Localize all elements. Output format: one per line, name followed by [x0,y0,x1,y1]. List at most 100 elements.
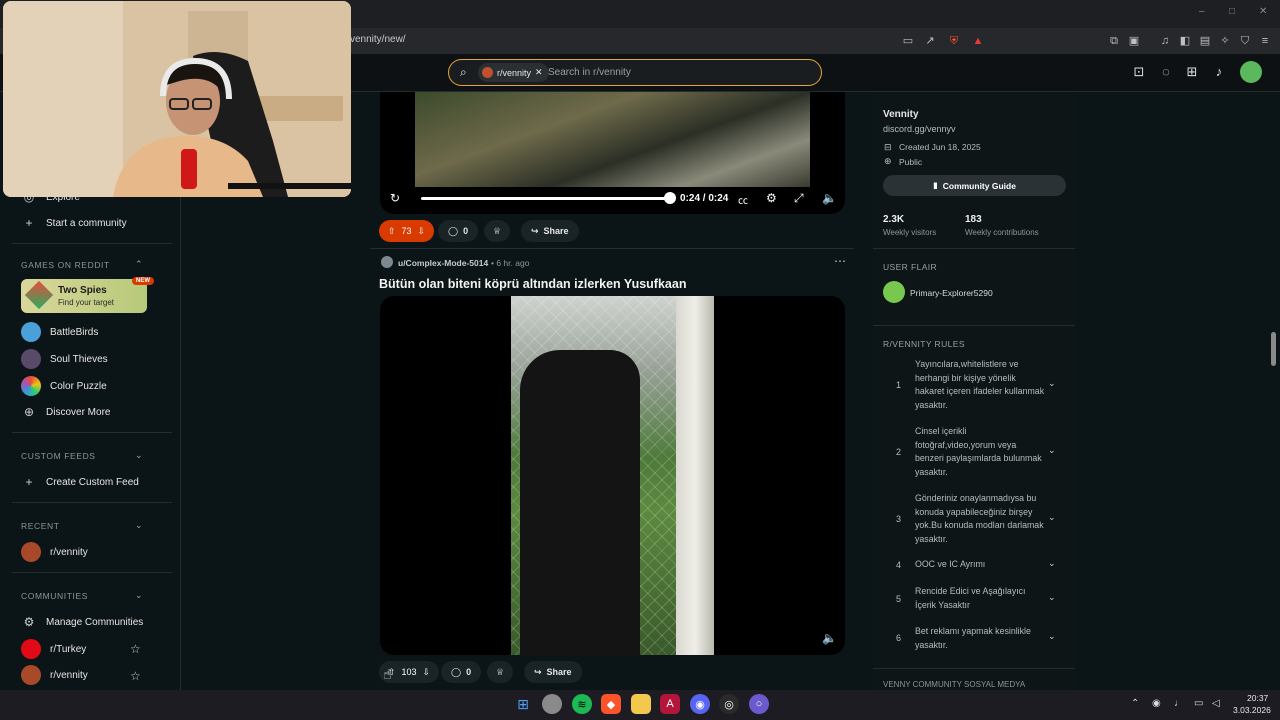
tray-discord-icon[interactable]: ◉ [1152,698,1161,709]
notifications-icon[interactable]: ♪ [1211,64,1227,79]
divider [12,572,172,573]
chevron-down-icon[interactable]: ⌄ [1048,445,1056,456]
sidebar-item-create-custom-feed[interactable]: + Create Custom Feed [21,475,138,489]
brave-rewards-icon[interactable]: ▲ [970,33,986,49]
user-avatar[interactable] [1240,61,1262,83]
sidebar-item-start-community[interactable]: + Start a community [21,216,126,230]
close-window-button[interactable]: ✕ [1259,6,1267,17]
video-progress-bar[interactable] [421,197,671,200]
search-placeholder[interactable]: Search in r/vennity [548,67,631,78]
captions-icon[interactable]: ㏄ [738,192,748,207]
chevron-up-icon[interactable]: ⌃ [135,259,143,270]
file-explorer-icon[interactable] [631,694,651,714]
rule-text[interactable]: Cinsel içerikli fotoğraf,video,yorum vey… [915,425,1045,479]
chevron-down-icon[interactable]: ⌄ [135,590,143,601]
share-icon: ↪ [531,225,539,236]
settings-gear-icon[interactable]: ⚙ [766,191,777,205]
share-page-icon[interactable]: ↗ [922,33,938,49]
post1-share-button[interactable]: ↪ Share [521,220,579,242]
extensions-icon[interactable]: ⧉ [1106,33,1122,49]
adobe-icon[interactable]: A [660,694,680,714]
search-community-chip[interactable]: r/vennity ✕ [478,63,549,82]
vpn-icon[interactable]: ⛉ [1237,33,1253,49]
community-discord[interactable]: discord.gg/vennyv [883,124,956,134]
rule-text[interactable]: OOC ve IC Ayrımı [915,558,1045,572]
rule-text[interactable]: Bet reklamı yapmak kesinlikle yasaktır. [915,625,1045,652]
replay-icon[interactable]: ↻ [390,191,400,205]
rule-text[interactable]: Gönderiniz onaylanmadıysa bu konuda yapa… [915,492,1045,546]
chevron-down-icon[interactable]: ⌄ [1048,631,1056,642]
chevron-down-icon[interactable]: ⌄ [1048,592,1056,603]
clock-date[interactable]: 3.03.2026 [1233,705,1271,715]
favorite-star-icon[interactable]: ☆ [130,642,141,656]
post2-share-button[interactable]: ↪ Share [524,661,582,683]
vennity-avatar [21,665,41,685]
brave-shield-icon[interactable]: ⛨ [946,33,962,49]
flair-name[interactable]: Primary-Explorer5290 [910,288,993,298]
comment-count: 0 [463,226,469,236]
discord-icon[interactable]: ◉ [690,694,710,714]
app-icon[interactable]: ○ [749,694,769,714]
sidebar-item-discover-more[interactable]: ⊕ Discover More [21,405,111,419]
chip-close-icon[interactable]: ✕ [535,67,543,78]
chevron-down-icon[interactable]: ⌄ [1048,558,1056,569]
sidebar-toggle-icon[interactable]: ◧ [1177,33,1193,49]
tray-mic-icon[interactable]: ♩ [1174,698,1184,709]
sidebar-item-community[interactable]: r/Turkey [21,639,86,659]
menu-icon[interactable]: ≡ [1257,33,1273,49]
favorite-star-icon[interactable]: ☆ [130,669,141,683]
downvote-icon[interactable]: ⇩ [418,226,426,237]
sidebar-item-game[interactable]: Soul Thieves [21,349,108,369]
volume-icon[interactable]: 🔈 [822,191,837,205]
tray-display-icon[interactable]: ▭ [1194,698,1203,709]
chevron-down-icon[interactable]: ⌄ [1048,378,1056,389]
create-post-icon[interactable]: ⊞ [1184,64,1200,80]
sidebar-item-game[interactable]: Color Puzzle [21,376,107,396]
sidebar-item-manage-communities[interactable]: ⚙ Manage Communities [21,615,144,629]
flair-avatar[interactable] [883,281,905,303]
sidebar-item-community[interactable]: r/vennity [21,665,88,685]
post-title[interactable]: Bütün olan biteni köprü altından izlerke… [379,277,686,291]
chevron-down-icon[interactable]: ⌄ [135,520,143,531]
sidebar-item-recent[interactable]: r/vennity [21,542,88,562]
chevron-down-icon[interactable]: ⌄ [1048,512,1056,523]
tray-chevron-icon[interactable]: ⌃ [1131,698,1139,709]
downvote-icon[interactable]: ⇩ [423,667,431,678]
post2-award-button[interactable]: ♕ [487,661,514,683]
windows-start-icon[interactable]: ⊞ [513,694,533,714]
minimize-button[interactable]: – [1199,6,1205,17]
volume-icon[interactable]: 🔈 [822,631,837,645]
video-scrubber-handle[interactable] [664,192,676,204]
brave-browser-icon[interactable]: ◆ [601,694,621,714]
leo-ai-icon[interactable]: ✧ [1217,33,1233,49]
spotify-icon[interactable]: ≋ [572,694,592,714]
fullscreen-icon[interactable]: ⤢ [794,191,804,206]
app-icon[interactable] [542,694,562,714]
post-author[interactable]: u/Complex-Mode-5014 [398,258,488,268]
obs-icon[interactable]: ◎ [719,694,739,714]
community-guide-button[interactable]: ▮ Community Guide [883,175,1066,196]
tab-search-icon[interactable]: ▣ [1126,33,1142,49]
rule-text[interactable]: Yayıncılara,whitelistlere ve herhangi bi… [915,358,1045,412]
advertise-icon[interactable]: ⊡ [1131,64,1147,80]
more-options-icon[interactable]: ⋯ [834,254,846,268]
media-icon[interactable]: ♫ [1157,33,1173,49]
post2-comments-button[interactable]: ◯ 0 [441,661,482,683]
chat-icon[interactable]: ◌ [1158,64,1174,79]
maximize-button[interactable]: □ [1229,6,1235,17]
page-scrollbar[interactable] [1271,332,1276,366]
tray-volume-icon[interactable]: ◁ [1212,698,1220,709]
chevron-down-icon[interactable]: ⌄ [135,450,143,461]
address-text[interactable]: vennity/new/ [350,34,406,45]
clock-time[interactable]: 20:37 [1247,693,1268,703]
post1-comments-button[interactable]: ◯ 0 [438,220,479,242]
sidebar-item-game[interactable]: BattleBirds [21,322,98,342]
wallet-icon[interactable]: ▤ [1197,33,1213,49]
divider [12,243,172,244]
post1-award-button[interactable]: ♕ [484,220,511,242]
upvote-icon[interactable]: ⇧ [388,226,396,237]
screen-capture-icon[interactable]: ▭ [900,33,916,49]
divider [873,325,1075,326]
rule-text[interactable]: Rencide Edici ve Aşağılayıcı İçerik Yasa… [915,585,1045,612]
author-avatar[interactable] [381,256,393,268]
